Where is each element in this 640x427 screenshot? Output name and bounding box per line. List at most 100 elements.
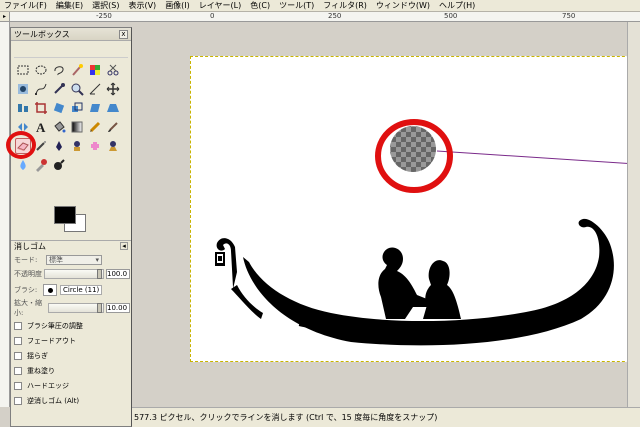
color-select-icon[interactable]	[87, 62, 103, 78]
menu-item[interactable]: 表示(V)	[128, 0, 156, 11]
smudge-icon[interactable]	[33, 157, 49, 173]
eraser-guide-line	[436, 150, 640, 165]
image-canvas[interactable]	[190, 56, 640, 362]
option-checkbox-row[interactable]: 重ね塗り	[14, 365, 130, 377]
checkbox-label: 重ね塗り	[27, 367, 55, 375]
tool-highlight-ring	[6, 131, 36, 159]
menu-item[interactable]: フィルタ(R)	[323, 0, 367, 11]
ellipse-select-icon[interactable]	[33, 62, 49, 78]
heal-icon[interactable]	[87, 138, 103, 154]
align-icon[interactable]	[15, 100, 31, 116]
options-menu-icon[interactable]: ◂	[120, 242, 128, 250]
opacity-slider-thumb[interactable]	[97, 269, 102, 279]
ruler-label: 250	[328, 12, 342, 20]
pencil-icon[interactable]	[87, 119, 103, 135]
mode-label: モード:	[14, 256, 38, 264]
checkbox[interactable]	[14, 367, 22, 375]
text-icon[interactable]: A	[33, 119, 49, 135]
checkbox[interactable]	[14, 352, 22, 360]
menu-item[interactable]: ツール(T)	[279, 0, 314, 11]
woman-silhouette	[423, 260, 461, 319]
blend-icon[interactable]	[69, 119, 85, 135]
close-icon[interactable]: x	[119, 29, 128, 39]
mode-select[interactable]: 標準	[46, 255, 102, 265]
ruler-label: 500	[444, 12, 458, 20]
option-checkbox-row[interactable]: ハードエッジ	[14, 380, 130, 392]
gondola-boat	[243, 218, 614, 346]
tool-options-title: 消しゴム	[14, 241, 46, 251]
scissors-icon[interactable]	[105, 62, 121, 78]
toolbox-titlebar[interactable]: ツールボックス x	[11, 28, 131, 41]
foreground-color[interactable]	[54, 206, 76, 224]
dodge-icon[interactable]	[51, 157, 67, 173]
color-picker-icon[interactable]	[51, 81, 67, 97]
status-bar: 577.3 ピクセル、クリックでラインを消します (Ctrl で、15 度毎に角…	[132, 407, 640, 427]
checkbox-label: ブラシ筆圧の調整	[27, 322, 83, 330]
menu-item[interactable]: ファイル(F)	[4, 0, 47, 11]
tool-options-header: 消しゴム ◂	[11, 240, 131, 251]
crop-icon[interactable]	[33, 100, 49, 116]
brush-label: ブラシ:	[14, 286, 38, 294]
bucket-fill-icon[interactable]	[51, 119, 67, 135]
checkbox[interactable]	[14, 337, 22, 345]
horizontal-ruler: -250 0 250 500 750	[10, 12, 640, 22]
zoom-icon[interactable]	[69, 81, 85, 97]
perspective-clone-icon[interactable]	[105, 138, 121, 154]
ruler-label: 750	[562, 12, 576, 20]
canvas-area[interactable]	[132, 22, 640, 407]
foreground-select-icon[interactable]	[15, 81, 31, 97]
scale-slider[interactable]	[48, 303, 104, 313]
shear-icon[interactable]	[87, 100, 103, 116]
menu-item[interactable]: 選択(S)	[92, 0, 119, 11]
svg-text:A: A	[36, 120, 46, 134]
scale-label: 拡大・縮小:	[14, 299, 42, 317]
brush-name: Circle (11)	[60, 285, 103, 295]
option-checkbox-row[interactable]: フェードアウト	[14, 335, 130, 347]
menu-item[interactable]: ウィンドウ(W)	[376, 0, 430, 11]
option-checkbox-row[interactable]: 揺らぎ	[14, 350, 130, 362]
move-icon[interactable]	[105, 81, 121, 97]
menu-item[interactable]: 色(C)	[250, 0, 270, 11]
fuzzy-select-icon[interactable]	[69, 62, 85, 78]
blur-icon[interactable]	[15, 157, 31, 173]
color-swatches[interactable]	[52, 204, 92, 236]
option-checkbox-row[interactable]: 逆消しゴム (Alt)	[14, 395, 130, 407]
tool-grid: A	[15, 62, 127, 176]
ruler-corner[interactable]: ▸	[0, 12, 10, 22]
checkbox[interactable]	[14, 322, 22, 330]
measure-icon[interactable]	[87, 81, 103, 97]
checkbox[interactable]	[14, 397, 22, 405]
opacity-value[interactable]: 100.0	[106, 269, 130, 279]
checkbox-label: フェードアウト	[27, 337, 76, 345]
toolbox-title: ツールボックス	[14, 29, 70, 39]
checkbox-label: 逆消しゴム (Alt)	[27, 397, 80, 405]
brush-preview[interactable]	[43, 284, 57, 296]
brush-row: ブラシ: Circle (11)	[14, 284, 130, 296]
ink-icon[interactable]	[51, 138, 67, 154]
opacity-row: 不透明度 100.0	[14, 268, 130, 280]
menu-item[interactable]: 編集(E)	[56, 0, 83, 11]
scale-value[interactable]: 10.00	[106, 303, 130, 313]
paths-icon[interactable]	[33, 81, 49, 97]
menu-item[interactable]: ヘルプ(H)	[439, 0, 475, 11]
toolbox-wilber-strip	[14, 44, 128, 58]
lasso-icon[interactable]	[51, 62, 67, 78]
menu-item[interactable]: レイヤー(L)	[199, 0, 241, 11]
option-checkbox-row[interactable]: ブラシ筆圧の調整	[14, 320, 130, 332]
scale-slider-thumb[interactable]	[97, 303, 102, 313]
vertical-scrollbar[interactable]	[627, 22, 640, 407]
perspective-icon[interactable]	[105, 100, 121, 116]
opacity-slider[interactable]	[44, 269, 104, 279]
man-silhouette	[378, 247, 427, 319]
menu-item[interactable]: 画像(I)	[165, 0, 190, 11]
checkbox[interactable]	[14, 382, 22, 390]
gondola-silhouette-image	[215, 126, 640, 346]
paintbrush-icon[interactable]	[105, 119, 121, 135]
scale-icon[interactable]	[69, 100, 85, 116]
rotate-icon[interactable]	[51, 100, 67, 116]
toolbox-window: ツールボックス x A 消しゴム ◂ モード: 標準 不透明度 100.0 ブラ…	[10, 27, 132, 427]
rect-select-icon[interactable]	[15, 62, 31, 78]
clone-icon[interactable]	[69, 138, 85, 154]
status-text: 577.3 ピクセル、クリックでラインを消します (Ctrl で、15 度毎に角…	[134, 413, 438, 422]
checkbox-label: ハードエッジ	[27, 382, 69, 390]
